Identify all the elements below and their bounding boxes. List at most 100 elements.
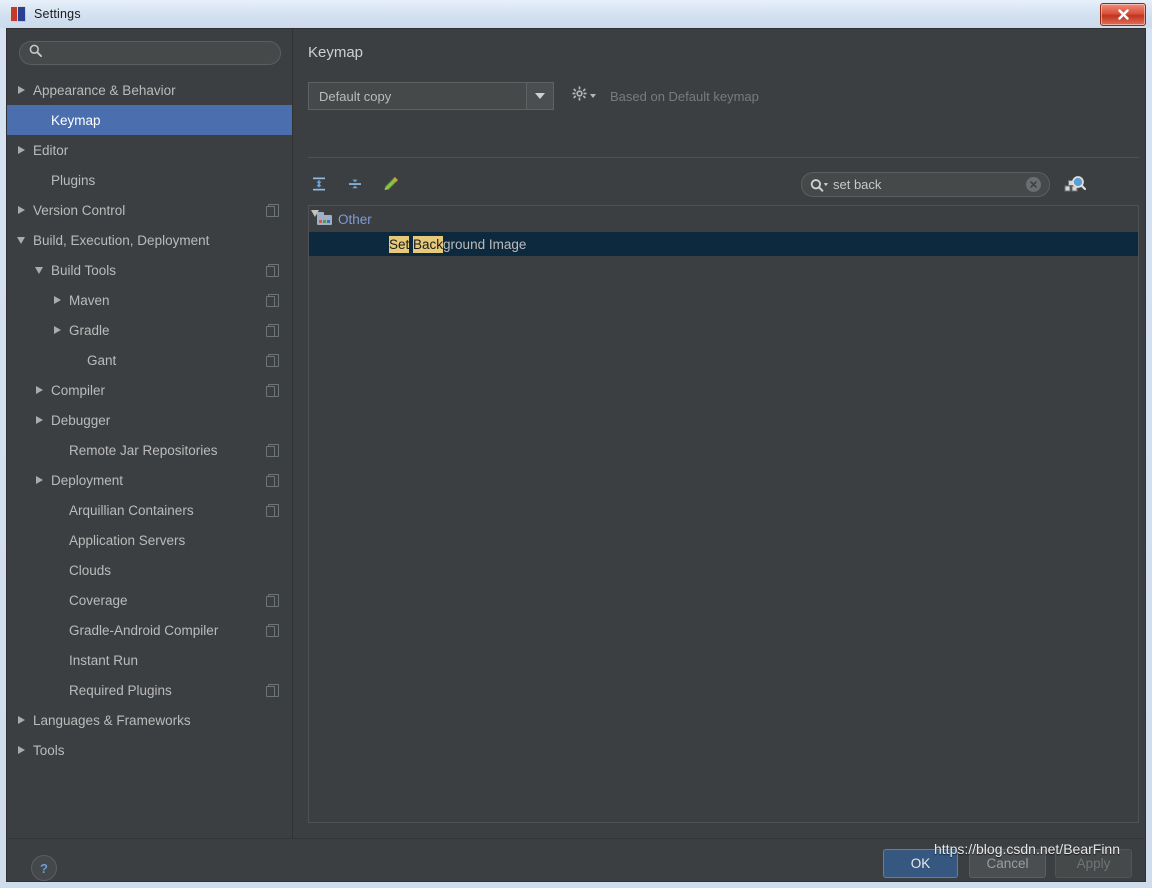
sidebar-item-coverage[interactable]: Coverage bbox=[7, 585, 292, 615]
sidebar-item-editor[interactable]: Editor bbox=[7, 135, 292, 165]
sidebar-item-label: Required Plugins bbox=[69, 682, 172, 698]
search-match-highlight: Back bbox=[413, 235, 444, 253]
sidebar-search-input[interactable] bbox=[50, 46, 265, 60]
sidebar-item-label: Clouds bbox=[69, 562, 112, 578]
sidebar-item-tools[interactable]: Tools bbox=[7, 735, 292, 765]
project-scope-icon bbox=[266, 503, 279, 517]
project-scope-icon bbox=[266, 293, 279, 307]
project-scope-icon bbox=[266, 203, 279, 217]
sidebar-item-debugger[interactable]: Debugger bbox=[7, 405, 292, 435]
page-title: Keymap bbox=[308, 44, 364, 61]
shortcut-search-input[interactable] bbox=[833, 177, 1026, 192]
tree-group-label: Other bbox=[338, 211, 372, 227]
intellij-idea-icon bbox=[10, 6, 26, 22]
settings-category-tree: Appearance & Behavior Keymap Editor Plugins… bbox=[7, 75, 292, 838]
sidebar-item-label: Build, Execution, Deployment bbox=[33, 232, 210, 248]
shortcut-search-box[interactable] bbox=[801, 172, 1050, 197]
sidebar-item-build-tools[interactable]: Build Tools bbox=[7, 255, 292, 285]
sidebar-item-version-control[interactable]: Version Control bbox=[7, 195, 292, 225]
project-scope-icon bbox=[266, 263, 279, 277]
window-title: Settings bbox=[34, 7, 81, 21]
sidebar-item-arquillian-containers[interactable]: Arquillian Containers bbox=[7, 495, 292, 525]
sidebar-item-label: Arquillian Containers bbox=[69, 502, 194, 518]
sidebar-item-gant[interactable]: Gant bbox=[7, 345, 292, 375]
clear-icon[interactable] bbox=[1026, 177, 1041, 192]
project-scope-icon bbox=[266, 623, 279, 637]
chevron-right-icon[interactable] bbox=[15, 143, 29, 157]
keymap-settings-button[interactable] bbox=[572, 86, 596, 106]
sidebar-item-label: Tools bbox=[33, 742, 65, 758]
chevron-down-icon[interactable] bbox=[33, 263, 47, 277]
sidebar-item-plugins[interactable]: Plugins bbox=[7, 165, 292, 195]
sidebar-item-required-plugins[interactable]: Required Plugins bbox=[7, 675, 292, 705]
chevron-right-icon[interactable] bbox=[51, 323, 65, 337]
keymap-dropdown[interactable]: Default copy bbox=[308, 82, 554, 110]
help-button[interactable]: ? bbox=[31, 855, 57, 881]
keymap-panel: Keymap Default copy Based on Default key… bbox=[294, 29, 1145, 838]
chevron-right-icon[interactable] bbox=[33, 413, 47, 427]
project-scope-icon bbox=[266, 593, 279, 607]
chevron-right-icon[interactable] bbox=[15, 83, 29, 97]
sidebar-item-label: Gant bbox=[87, 352, 117, 368]
sidebar-item-label: Coverage bbox=[69, 592, 128, 608]
sidebar-item-label: Remote Jar Repositories bbox=[69, 442, 218, 458]
shortcut-row-set-background-image[interactable]: Set Background Image bbox=[309, 232, 1138, 256]
chevron-right-icon[interactable] bbox=[33, 473, 47, 487]
sidebar-item-clouds[interactable]: Clouds bbox=[7, 555, 292, 585]
chevron-right-icon[interactable] bbox=[33, 383, 47, 397]
sidebar-item-compiler[interactable]: Compiler bbox=[7, 375, 292, 405]
sidebar-item-gradle[interactable]: Gradle bbox=[7, 315, 292, 345]
chevron-right-icon[interactable] bbox=[15, 203, 29, 217]
chevron-down-icon[interactable] bbox=[526, 83, 553, 109]
sidebar-item-label: Version Control bbox=[33, 202, 126, 218]
sidebar-search-box[interactable] bbox=[19, 41, 281, 65]
sidebar-item-label: Languages & Frameworks bbox=[33, 712, 191, 728]
shortcut-action-label: Set Background Image bbox=[389, 235, 526, 253]
expand-all-icon[interactable] bbox=[306, 171, 332, 197]
search-match-highlight: Set bbox=[389, 235, 410, 253]
tree-group-other[interactable]: Other bbox=[309, 206, 1138, 232]
sidebar-item-remote-jar-repositories[interactable]: Remote Jar Repositories bbox=[7, 435, 292, 465]
sidebar-item-application-servers[interactable]: Application Servers bbox=[7, 525, 292, 555]
keymap-action-toolbar bbox=[306, 171, 404, 197]
chevron-right-icon[interactable] bbox=[51, 293, 65, 307]
sidebar-item-label: Build Tools bbox=[51, 262, 117, 278]
edit-pencil-icon[interactable] bbox=[378, 171, 404, 197]
project-scope-icon bbox=[266, 473, 279, 487]
project-scope-icon bbox=[266, 443, 279, 457]
sidebar-item-gradle-android-compiler[interactable]: Gradle-Android Compiler bbox=[7, 615, 292, 645]
collapse-all-icon[interactable] bbox=[342, 171, 368, 197]
chevron-right-icon[interactable] bbox=[15, 713, 29, 727]
sidebar-item-label: Instant Run bbox=[69, 652, 139, 668]
settings-dialog: Appearance & Behavior Keymap Editor Plugins… bbox=[6, 28, 1146, 882]
sidebar-item-keymap[interactable]: Keymap bbox=[7, 105, 292, 135]
project-scope-icon bbox=[266, 383, 279, 397]
sidebar-item-label: Compiler bbox=[51, 382, 106, 398]
sidebar-item-languages-frameworks[interactable]: Languages & Frameworks bbox=[7, 705, 292, 735]
section-divider bbox=[308, 157, 1139, 158]
project-scope-icon bbox=[266, 353, 279, 367]
sidebar-item-label: Application Servers bbox=[69, 532, 186, 548]
close-icon[interactable] bbox=[1100, 3, 1146, 26]
sidebar-item-maven[interactable]: Maven bbox=[7, 285, 292, 315]
sidebar-item-appearance-behavior[interactable]: Appearance & Behavior bbox=[7, 75, 292, 105]
chevron-right-icon[interactable] bbox=[15, 743, 29, 757]
watermark-text: https://blog.csdn.net/BearFinn bbox=[934, 841, 1120, 857]
folder-icon bbox=[317, 212, 333, 226]
sidebar-item-instant-run[interactable]: Instant Run bbox=[7, 645, 292, 675]
chevron-down-icon[interactable] bbox=[15, 233, 29, 247]
settings-window: Settings Appearance & Behavior Keymap Edit… bbox=[0, 0, 1152, 888]
sidebar-item-build-execution-deployment[interactable]: Build, Execution, Deployment bbox=[7, 225, 292, 255]
sidebar-item-deployment[interactable]: Deployment bbox=[7, 465, 292, 495]
project-scope-icon bbox=[266, 683, 279, 697]
find-shortcut-icon[interactable] bbox=[1062, 172, 1088, 198]
sidebar-item-label: Editor bbox=[33, 142, 69, 158]
